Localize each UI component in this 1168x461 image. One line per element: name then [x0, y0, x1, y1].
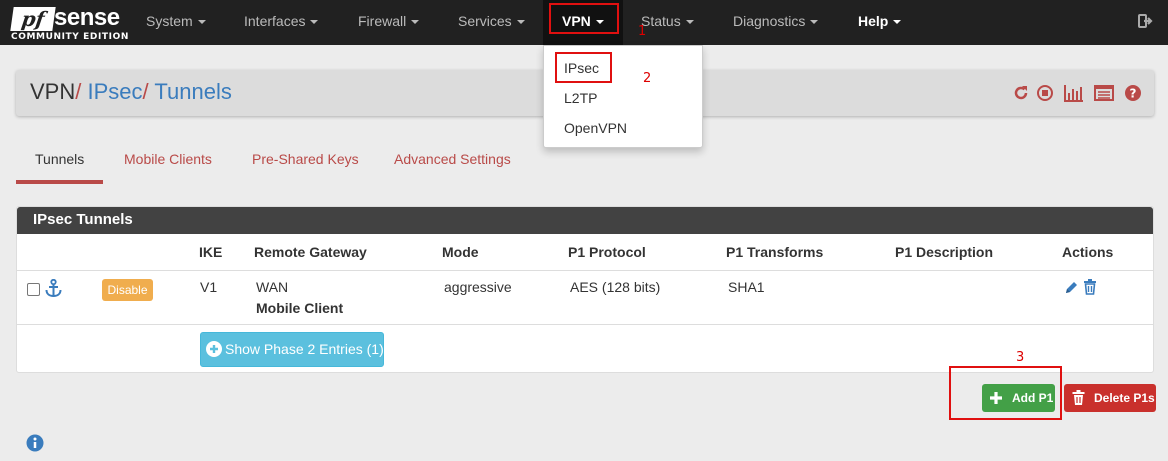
active-tab-indicator	[16, 180, 103, 184]
info-icon[interactable]	[26, 434, 44, 452]
column-header-ike: IKE	[199, 244, 223, 260]
column-header-mode: Mode	[442, 244, 479, 260]
help-icon[interactable]: ?	[1124, 84, 1142, 105]
logo-sense-text: sense	[54, 4, 120, 31]
annotation-box-ipsec	[555, 52, 612, 83]
row-select-checkbox[interactable]	[27, 283, 40, 296]
trash-icon	[1072, 390, 1085, 405]
column-header-p1-protocol: P1 Protocol	[568, 244, 646, 260]
nav-help-label: Help	[858, 13, 889, 29]
svg-text:?: ?	[1130, 87, 1137, 101]
nav-interfaces-label: Interfaces	[244, 13, 306, 29]
nav-diagnostics-label: Diagnostics	[733, 13, 806, 29]
nav-help[interactable]: Help	[858, 0, 902, 45]
delete-p1s-label: Delete P1s	[1094, 391, 1155, 405]
breadcrumb-actions: ?	[1006, 84, 1142, 102]
column-header-actions: Actions	[1062, 244, 1114, 260]
nav-status[interactable]: Status	[641, 0, 694, 45]
annotation-number-3: 3	[1016, 350, 1025, 365]
nav-system[interactable]: System	[146, 0, 206, 45]
nav-services-label: Services	[458, 13, 512, 29]
delete-trash-icon[interactable]	[1083, 279, 1097, 295]
disable-button[interactable]: Disable	[102, 279, 153, 301]
caret-down-icon	[685, 20, 694, 25]
show-phase2-button[interactable]: Show Phase 2 Entries (1)	[200, 332, 384, 367]
logout-icon[interactable]	[1138, 13, 1154, 29]
plus-circle-icon	[206, 341, 222, 357]
breadcrumb: VPN/ IPsec/ Tunnels	[30, 78, 232, 106]
cell-ike: V1	[200, 279, 218, 295]
nav-firewall[interactable]: Firewall	[358, 0, 420, 45]
tab-advanced-settings[interactable]: Advanced Settings	[394, 151, 511, 167]
restart-service-icon[interactable]	[1012, 84, 1030, 105]
breadcrumb-tunnels-link[interactable]: Tunnels	[154, 79, 231, 104]
cell-p1-transforms: SHA1	[728, 279, 765, 295]
tab-mobile-clients[interactable]: Mobile Clients	[124, 151, 212, 167]
nav-interfaces[interactable]: Interfaces	[244, 0, 319, 45]
breadcrumb-separator: /	[75, 79, 82, 104]
cell-remote-gateway: WAN	[256, 279, 289, 295]
logo-edition-text: COMMUNITY EDITION	[11, 32, 129, 42]
column-header-p1-transforms: P1 Transforms	[726, 244, 824, 260]
caret-down-icon	[197, 20, 206, 25]
menu-item-openvpn[interactable]: OpenVPN	[564, 120, 627, 136]
nav-system-label: System	[146, 13, 193, 29]
panel-title: IPsec Tunnels	[33, 211, 133, 228]
show-phase2-label: Show Phase 2 Entries (1)	[225, 341, 384, 357]
tab-tunnels[interactable]: Tunnels	[35, 151, 84, 167]
edit-pencil-icon[interactable]	[1064, 280, 1079, 295]
ipsec-tunnels-panel: IPsec Tunnels IKE Remote Gateway Mode P1…	[16, 206, 1154, 373]
logo-pf-mark: pf	[10, 7, 56, 31]
menu-item-l2tp[interactable]: L2TP	[564, 90, 597, 106]
breadcrumb-ipsec-link[interactable]: IPsec	[88, 79, 143, 104]
cell-p1-protocol: AES (128 bits)	[570, 279, 661, 295]
stop-service-icon[interactable]	[1036, 84, 1054, 105]
nav-firewall-label: Firewall	[358, 13, 407, 29]
logs-list-icon[interactable]	[1094, 84, 1115, 105]
nav-services[interactable]: Services	[458, 0, 525, 45]
header-divider	[17, 270, 1153, 271]
breadcrumb-separator: /	[142, 79, 149, 104]
row-divider	[17, 324, 1153, 325]
status-graph-icon[interactable]	[1064, 84, 1084, 105]
column-header-p1-description: P1 Description	[895, 244, 994, 260]
cell-remote-gateway-sub: Mobile Client	[256, 300, 344, 316]
annotation-number-1: 1	[638, 24, 647, 39]
caret-down-icon	[516, 20, 525, 25]
caret-down-icon	[810, 20, 819, 25]
nav-status-label: Status	[641, 13, 681, 29]
tab-pre-shared-keys[interactable]: Pre-Shared Keys	[252, 151, 359, 167]
breadcrumb-root: VPN	[30, 79, 76, 104]
caret-down-icon	[411, 20, 420, 25]
nav-diagnostics[interactable]: Diagnostics	[733, 0, 819, 45]
caret-down-icon	[310, 20, 319, 25]
pfsense-logo[interactable]: pf sense COMMUNITY EDITION	[10, 4, 128, 44]
caret-down-icon	[893, 20, 902, 25]
anchor-icon[interactable]	[45, 279, 62, 298]
cell-mode: aggressive	[444, 279, 512, 295]
panel-header: IPsec Tunnels	[17, 207, 1153, 234]
annotation-box-add-p1	[949, 366, 1062, 420]
column-header-remote-gateway: Remote Gateway	[254, 244, 367, 260]
annotation-box-vpn	[549, 3, 619, 34]
annotation-number-2: 2	[643, 71, 652, 86]
delete-p1s-button[interactable]: Delete P1s	[1064, 384, 1156, 412]
